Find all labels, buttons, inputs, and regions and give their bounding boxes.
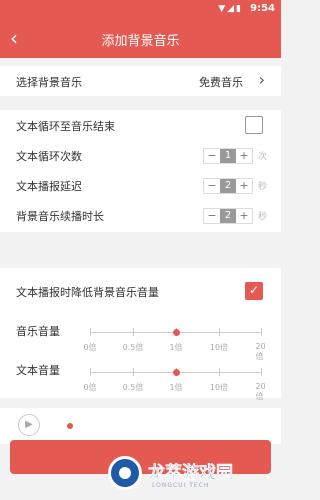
play-icon[interactable]: ▶ [18, 414, 40, 436]
status-time: 9:54 [250, 3, 275, 14]
tick-label: 0.5倍 [122, 383, 144, 392]
tick-label: 0倍 [83, 343, 97, 352]
progress-dot[interactable] [67, 423, 73, 429]
tick-label: 1倍 [169, 343, 183, 352]
increment-button[interactable]: + [236, 179, 252, 193]
select-music-label: 选择背景音乐 [16, 76, 82, 89]
text-volume-knob[interactable] [173, 369, 180, 376]
music-volume-label: 音乐音量 [16, 325, 60, 338]
tick-label: 0.5倍 [122, 343, 144, 352]
decrement-button[interactable]: − [204, 209, 220, 223]
play-delay-row: 文本播报延迟 − 2 + 秒 [0, 170, 281, 200]
loop-to-end-label: 文本循环至音乐结束 [16, 120, 115, 133]
page-title: 添加背景音乐 [101, 34, 180, 49]
watermark-logo-icon [108, 456, 142, 490]
watermark-subtext: LONGCUI TECH [152, 482, 210, 489]
status-bar: ▼◢▮ 9:54 [0, 0, 281, 20]
increment-button[interactable]: + [236, 209, 252, 223]
duck-volume-label: 文本播报时降低背景音乐音量 [16, 286, 159, 299]
play-delay-unit: 秒 [257, 182, 267, 192]
loop-count-unit: 次 [257, 152, 267, 162]
loop-to-end-checkbox[interactable] [245, 116, 263, 134]
loop-count-label: 文本循环次数 [16, 150, 82, 163]
duck-volume-row: 文本播报时降低背景音乐音量 ✓ [0, 268, 281, 314]
tick-label: 20倍 [255, 382, 266, 401]
app-bar: ‹ 添加背景音乐 [0, 20, 281, 58]
decrement-button[interactable]: − [204, 179, 220, 193]
play-delay-stepper: − 2 + [203, 178, 253, 194]
loop-count-value: 1 [220, 149, 236, 163]
play-delay-label: 文本播报延迟 [16, 180, 82, 193]
status-icons: ▼◢▮ [218, 4, 243, 14]
preview-player: ▶ [0, 408, 281, 444]
music-volume-knob[interactable] [173, 329, 180, 336]
watermark: 龙萃游戏园 LONGCUI TECH [90, 452, 281, 500]
bgm-continue-unit: 秒 [257, 212, 267, 222]
play-delay-value: 2 [220, 179, 236, 193]
chevron-right-icon: › [258, 70, 265, 89]
tick-label: 1倍 [169, 383, 183, 392]
music-volume-slider[interactable] [90, 326, 262, 340]
tick-label: 20倍 [255, 342, 266, 361]
loop-to-end-row: 文本循环至音乐结束 [0, 110, 281, 140]
slider-tick [261, 328, 262, 336]
slider-tick [261, 368, 262, 376]
slider-tick [133, 328, 134, 336]
duck-volume-checkbox[interactable]: ✓ [245, 282, 263, 300]
loop-count-row: 文本循环次数 − 1 + 次 [0, 140, 281, 170]
tick-label: 0倍 [83, 383, 97, 392]
bgm-continue-value: 2 [220, 209, 236, 223]
tick-label: 10倍 [209, 343, 229, 352]
text-volume-slider[interactable] [90, 366, 262, 380]
selected-music-value: 免费音乐 [199, 76, 243, 89]
slider-tick [133, 368, 134, 376]
increment-button[interactable]: + [236, 149, 252, 163]
watermark-text: 龙萃游戏园 [148, 463, 233, 483]
tick-label: 10倍 [209, 383, 229, 392]
bgm-continue-stepper: − 2 + [203, 208, 253, 224]
decrement-button[interactable]: − [204, 149, 220, 163]
slider-tick [219, 368, 220, 376]
loop-count-stepper: − 1 + [203, 148, 253, 164]
slider-tick [90, 328, 91, 336]
slider-tick [219, 328, 220, 336]
select-background-music-row[interactable]: 选择背景音乐 免费音乐 › [0, 66, 281, 96]
slider-tick [90, 368, 91, 376]
text-settings-section: 文本循环至音乐结束 文本循环次数 − 1 + 次 文本播报延迟 − 2 + 秒 … [0, 110, 281, 232]
bgm-continue-label: 背景音乐续播时长 [16, 210, 104, 223]
volume-section: 文本播报时降低背景音乐音量 ✓ 音乐音量 0倍 0.5倍 1倍 10倍 20倍 … [0, 268, 281, 401]
text-volume-label: 文本音量 [16, 364, 60, 377]
bgm-continue-row: 背景音乐续播时长 − 2 + 秒 [0, 200, 281, 230]
